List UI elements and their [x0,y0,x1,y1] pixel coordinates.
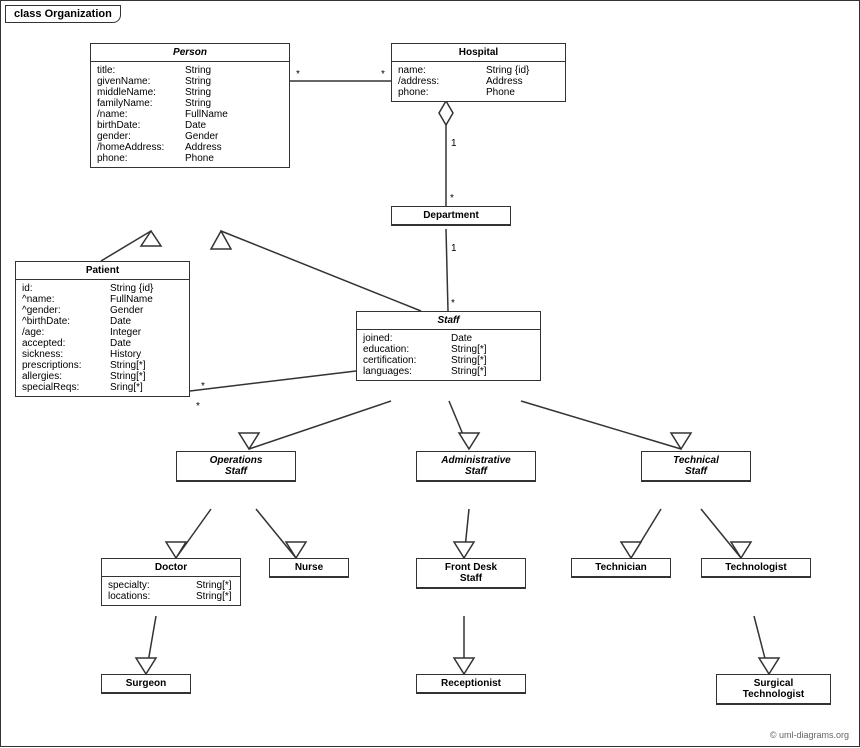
class-technical-staff-header: TechnicalStaff [642,452,750,481]
class-technician-header: Technician [572,559,670,577]
class-hospital-body: name:String {id} /address:Address phone:… [392,62,565,101]
class-staff: Staff joined:Date education:String[*] ce… [356,311,541,381]
class-operations-staff: OperationsStaff [176,451,296,482]
class-administrative-staff: AdministrativeStaff [416,451,536,482]
class-department-header: Department [392,207,510,225]
class-person: Person title:String givenName:String mid… [90,43,290,168]
class-front-desk-staff-header: Front DeskStaff [417,559,525,588]
class-receptionist-header: Receptionist [417,675,525,693]
class-surgical-technologist: SurgicalTechnologist [716,674,831,705]
class-receptionist: Receptionist [416,674,526,694]
class-technologist: Technologist [701,558,811,578]
svg-text:1: 1 [451,138,457,149]
class-operations-staff-header: OperationsStaff [177,452,295,481]
class-surgeon-header: Surgeon [102,675,190,693]
class-doctor-body: specialty:String[*] locations:String[*] [102,577,240,605]
diagram-title: class Organization [5,5,121,23]
class-patient-header: Patient [16,262,189,280]
class-administrative-staff-header: AdministrativeStaff [417,452,535,481]
class-technical-staff: TechnicalStaff [641,451,751,482]
class-surgeon: Surgeon [101,674,191,694]
copyright: © uml-diagrams.org [770,730,849,740]
diagram-container: class Organization * * 1 * 1 * * * [0,0,860,747]
class-hospital-header: Hospital [392,44,565,62]
class-technologist-header: Technologist [702,559,810,577]
svg-text:*: * [296,69,300,80]
class-patient-body: id:String {id} ^name:FullName ^gender:Ge… [16,280,189,396]
class-staff-body: joined:Date education:String[*] certific… [357,330,540,380]
svg-text:*: * [381,69,385,80]
svg-text:*: * [196,401,200,412]
class-doctor: Doctor specialty:String[*] locations:Str… [101,558,241,606]
class-person-body: title:String givenName:String middleName… [91,62,289,167]
class-front-desk-staff: Front DeskStaff [416,558,526,589]
svg-text:1: 1 [451,243,457,254]
class-person-header: Person [91,44,289,62]
class-nurse-header: Nurse [270,559,348,577]
class-surgical-technologist-header: SurgicalTechnologist [717,675,830,704]
svg-text:*: * [450,193,454,204]
svg-text:*: * [201,381,205,392]
class-nurse: Nurse [269,558,349,578]
svg-text:*: * [451,298,455,309]
class-staff-header: Staff [357,312,540,330]
class-department: Department [391,206,511,226]
class-hospital: Hospital name:String {id} /address:Addre… [391,43,566,102]
class-doctor-header: Doctor [102,559,240,577]
class-patient: Patient id:String {id} ^name:FullName ^g… [15,261,190,397]
class-technician: Technician [571,558,671,578]
